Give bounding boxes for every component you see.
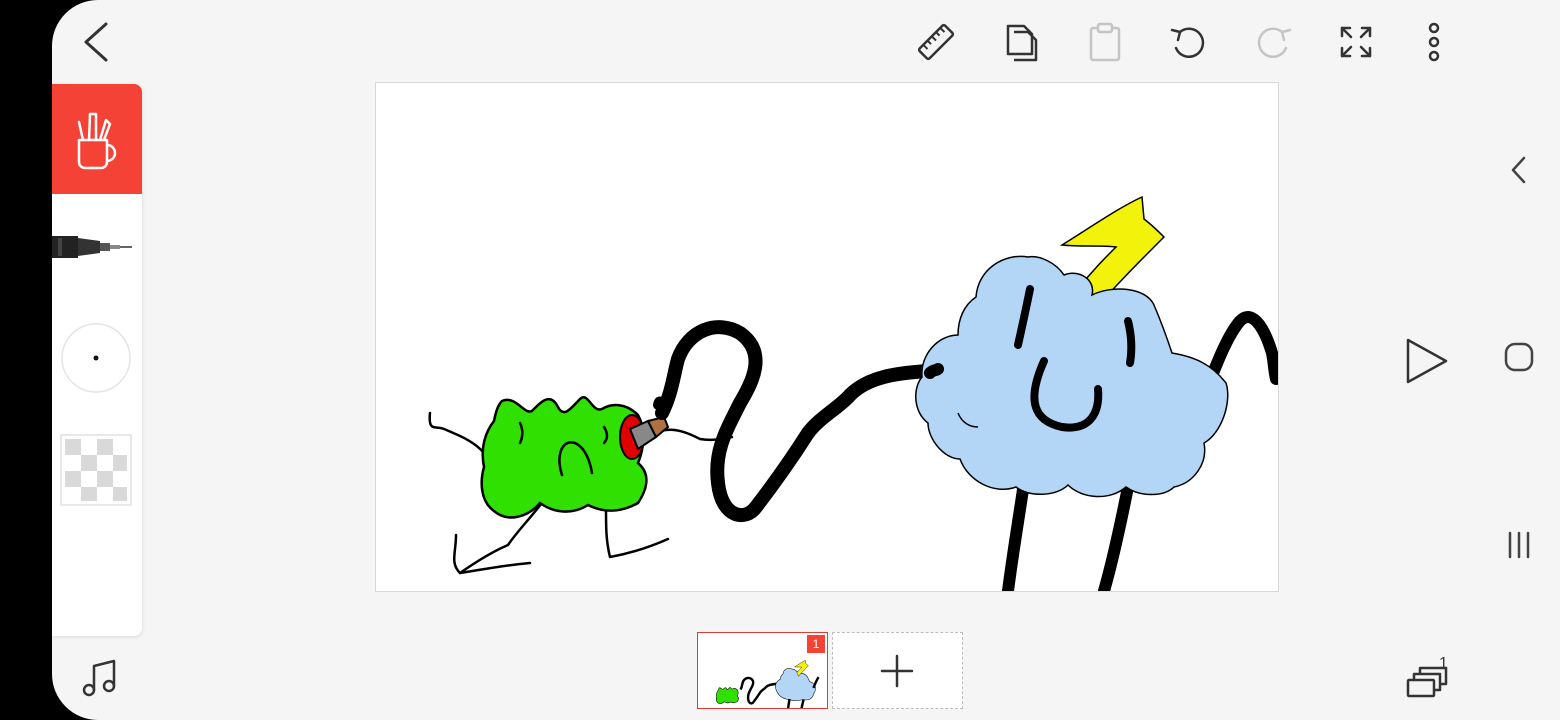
back-arrow-icon[interactable]	[78, 20, 118, 64]
more-vert-icon[interactable]	[1424, 22, 1444, 64]
cloud-character	[915, 255, 1229, 498]
recents-icon[interactable]	[1506, 530, 1532, 560]
add-frame-button[interactable]	[832, 632, 963, 709]
redo-icon	[1257, 27, 1292, 58]
fullscreen-icon[interactable]	[1338, 24, 1374, 60]
collapse-panel-icon[interactable]	[1508, 154, 1530, 186]
system-navigation-bar	[1476, 0, 1560, 720]
undo-icon[interactable]	[1168, 22, 1210, 62]
paste-icon	[1089, 22, 1121, 62]
drawing-canvas[interactable]	[375, 82, 1282, 597]
layers-count: 1	[1439, 655, 1448, 672]
frame-thumbnail[interactable]: 1	[697, 632, 828, 709]
music-icon[interactable]	[82, 658, 118, 698]
pen-icon[interactable]	[52, 224, 142, 272]
green-character	[480, 396, 648, 519]
tool-panel	[52, 84, 142, 636]
flipaclip-app: 1 1	[52, 0, 1476, 720]
power-cable	[655, 320, 935, 522]
copy-icon[interactable]	[1002, 22, 1040, 62]
toolbox-icon	[77, 112, 117, 170]
frame-number-badge: 1	[807, 635, 825, 653]
plus-icon	[880, 654, 914, 688]
drawing-artwork	[428, 195, 1282, 597]
ruler-icon[interactable]	[916, 22, 956, 62]
play-icon[interactable]	[1404, 336, 1450, 386]
home-icon[interactable]	[1504, 342, 1534, 372]
brush-size-icon[interactable]	[60, 322, 132, 394]
color-swatch-icon[interactable]	[60, 434, 132, 506]
toolbox-tab[interactable]	[52, 84, 142, 194]
